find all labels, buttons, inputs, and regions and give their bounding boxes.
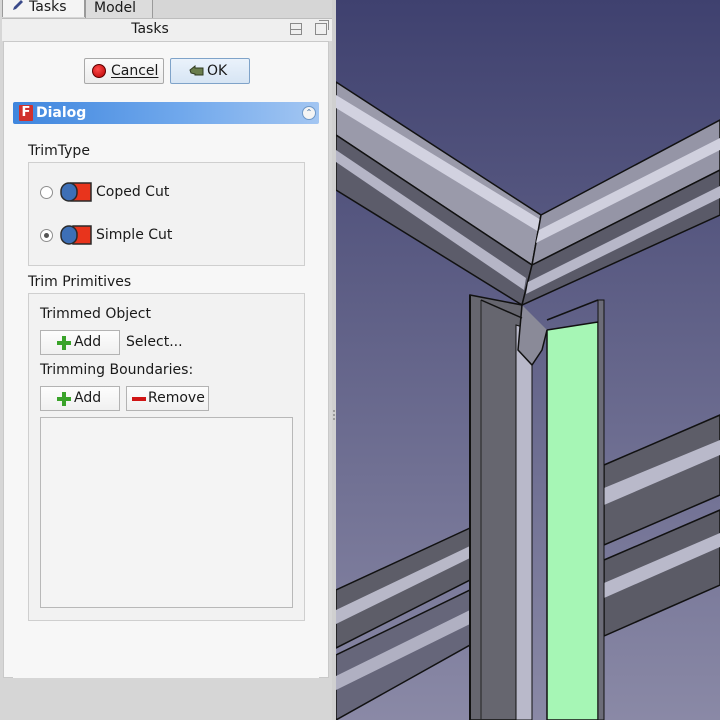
red-circle-icon xyxy=(92,64,106,78)
undock-panel-icon[interactable] xyxy=(315,20,329,35)
splitter-grip xyxy=(333,418,335,420)
dialog-title: Dialog xyxy=(36,105,87,121)
simple-cut-icon xyxy=(60,225,92,245)
tab-bar: Tasks Model xyxy=(0,0,336,18)
add-boundary-button[interactable]: Add xyxy=(40,386,120,411)
trimming-boundaries-label: Trimming Boundaries: xyxy=(40,362,194,378)
coped-cut-icon xyxy=(60,182,92,202)
viewport-scene xyxy=(336,0,720,720)
add-boundary-label: Add xyxy=(74,390,102,406)
panel-title: Tasks xyxy=(131,21,169,37)
simple-cut-radio[interactable] xyxy=(40,229,53,242)
coped-cut-label[interactable]: Coped Cut xyxy=(96,184,169,200)
dialog-title-bar[interactable]: F Dialog ⌃ xyxy=(13,102,319,124)
ok-button-label: OK xyxy=(207,63,228,79)
plus-icon xyxy=(57,392,71,406)
collapse-icon[interactable]: ⌃ xyxy=(302,106,316,120)
trimming-boundaries-list[interactable] xyxy=(40,417,293,608)
remove-boundary-button[interactable]: Remove xyxy=(126,386,209,411)
splitter-grip xyxy=(333,414,335,416)
selected-object-text: Select... xyxy=(126,334,183,350)
trim-primitives-label: Trim Primitives xyxy=(28,274,132,290)
tab-model[interactable]: Model xyxy=(85,0,153,18)
coped-cut-radio[interactable] xyxy=(40,186,53,199)
trim-type-label: TrimType xyxy=(28,143,90,159)
pencil-icon xyxy=(13,0,23,10)
task-panel: Tasks Model Tasks Cancel OK F Dialog ⌃ T… xyxy=(0,0,336,720)
simple-cut-label[interactable]: Simple Cut xyxy=(96,227,172,243)
tab-model-label: Model xyxy=(94,0,137,16)
tab-tasks[interactable]: Tasks xyxy=(2,0,85,17)
remove-boundary-label: Remove xyxy=(148,390,205,406)
trim-type-group xyxy=(28,162,305,266)
tab-tasks-label: Tasks xyxy=(29,0,67,15)
panel-header: Tasks xyxy=(2,18,332,41)
cancel-button-label: Cancel xyxy=(111,63,159,79)
plus-icon xyxy=(57,336,71,350)
add-trimmed-object-label: Add xyxy=(74,334,102,350)
float-panel-icon[interactable] xyxy=(290,23,302,35)
ok-hand-icon xyxy=(189,64,204,76)
3d-viewport[interactable] xyxy=(336,0,720,720)
minus-icon xyxy=(132,397,146,401)
cancel-button[interactable]: Cancel xyxy=(84,58,164,84)
splitter-grip xyxy=(333,410,335,412)
add-trimmed-object-button[interactable]: Add xyxy=(40,330,120,355)
trimmed-object-label: Trimmed Object xyxy=(40,306,151,322)
freecad-logo-icon: F xyxy=(19,105,33,121)
ok-button[interactable]: OK xyxy=(170,58,250,84)
